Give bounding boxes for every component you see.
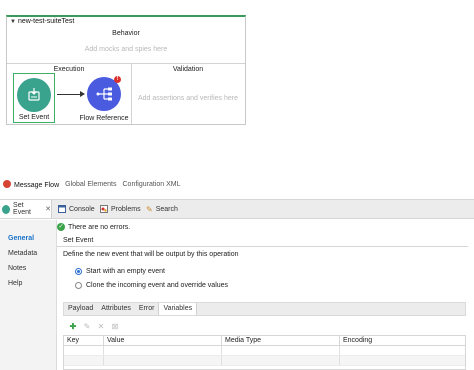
column-key[interactable]: Key xyxy=(64,336,104,345)
flow-arrow-head xyxy=(80,91,85,97)
tab-global-elements[interactable]: Global Elements xyxy=(65,181,116,188)
test-suite-canvas: ▼ new-test-suiteTest Behavior Add mocks … xyxy=(6,15,246,125)
error-badge[interactable]: ! xyxy=(114,76,121,83)
sidebar-item-notes[interactable]: Notes xyxy=(8,265,26,272)
set-event-icon xyxy=(2,204,11,214)
tab-search[interactable]: ✎ Search xyxy=(146,200,178,218)
tab-console[interactable]: Console xyxy=(58,200,95,218)
column-encoding[interactable]: Encoding xyxy=(340,336,465,345)
variables-toolbar: ✚ ✎ ✕ ⊠ xyxy=(69,322,119,331)
tab-problems[interactable]: Problems xyxy=(100,200,141,218)
tab-payload[interactable]: Payload xyxy=(64,303,97,315)
table-header: Key Value Media Type Encoding xyxy=(64,336,465,346)
tab-message-flow[interactable]: Message Flow xyxy=(3,180,59,189)
problems-icon xyxy=(100,205,108,213)
collapse-triangle-icon[interactable]: ▼ xyxy=(10,19,16,25)
add-icon[interactable]: ✚ xyxy=(69,322,77,331)
tab-configuration-xml[interactable]: Configuration XML xyxy=(123,181,181,188)
edit-icon[interactable]: ✎ xyxy=(83,322,91,331)
close-icon[interactable]: ✕ xyxy=(45,205,51,213)
step-label: Flow Reference xyxy=(79,115,129,122)
check-icon: ✓ xyxy=(57,223,65,231)
section-description: Define the new event that will be output… xyxy=(63,251,239,258)
table-row[interactable] xyxy=(64,356,465,366)
editor-tabs: Message Flow Global Elements Configurati… xyxy=(3,180,180,189)
suite-header[interactable]: ▼ new-test-suiteTest xyxy=(10,18,74,25)
column-value[interactable]: Value xyxy=(104,336,222,345)
column-media-type[interactable]: Media Type xyxy=(222,336,340,345)
radio-button[interactable] xyxy=(75,282,82,289)
validation-title: Validation xyxy=(172,66,204,73)
tab-attributes[interactable]: Attributes xyxy=(97,303,135,315)
divider xyxy=(57,246,468,247)
delete-icon[interactable]: ✕ xyxy=(97,322,105,331)
properties-content: ✓ There are no errors. Set Event Define … xyxy=(57,220,474,370)
sidebar-item-general[interactable]: General xyxy=(8,235,34,242)
properties-sidebar: General Metadata Notes Help xyxy=(0,220,57,370)
set-event-icon xyxy=(17,78,51,112)
execution-title: Execution xyxy=(53,66,85,73)
mule-icon xyxy=(3,180,11,188)
behavior-drop-hint[interactable]: Add mocks and spies here xyxy=(7,46,245,53)
behavior-title: Behavior xyxy=(112,30,140,37)
table-row[interactable] xyxy=(64,346,465,356)
tab-set-event[interactable]: Set Event ✕ xyxy=(0,200,52,218)
search-icon: ✎ xyxy=(146,204,153,214)
option-clone-event[interactable]: Clone the incoming event and override va… xyxy=(75,282,228,289)
suite-name: new-test-suiteTest xyxy=(17,18,75,25)
console-icon xyxy=(58,205,66,213)
status-message: ✓ There are no errors. xyxy=(57,223,131,231)
variables-table: Key Value Media Type Encoding xyxy=(63,335,466,370)
properties-panel-tabs: Set Event ✕ Console Problems ✎ Search xyxy=(0,199,474,219)
event-tabs: Payload Attributes Error Variables xyxy=(63,302,466,316)
sidebar-item-metadata[interactable]: Metadata xyxy=(8,250,37,257)
validation-drop-hint[interactable]: Add assertions and verifies here xyxy=(131,95,245,102)
sidebar-item-help[interactable]: Help xyxy=(8,280,22,287)
section-title: Set Event xyxy=(63,237,94,244)
divider xyxy=(7,63,245,64)
radio-button-selected[interactable] xyxy=(75,268,82,275)
tab-error[interactable]: Error xyxy=(135,303,159,315)
step-label: Set Event xyxy=(18,114,50,121)
option-empty-event[interactable]: Start with an empty event xyxy=(75,268,165,275)
tab-variables[interactable]: Variables xyxy=(158,303,198,315)
set-event-step[interactable]: Set Event xyxy=(13,73,55,123)
clear-all-icon[interactable]: ⊠ xyxy=(111,322,119,331)
